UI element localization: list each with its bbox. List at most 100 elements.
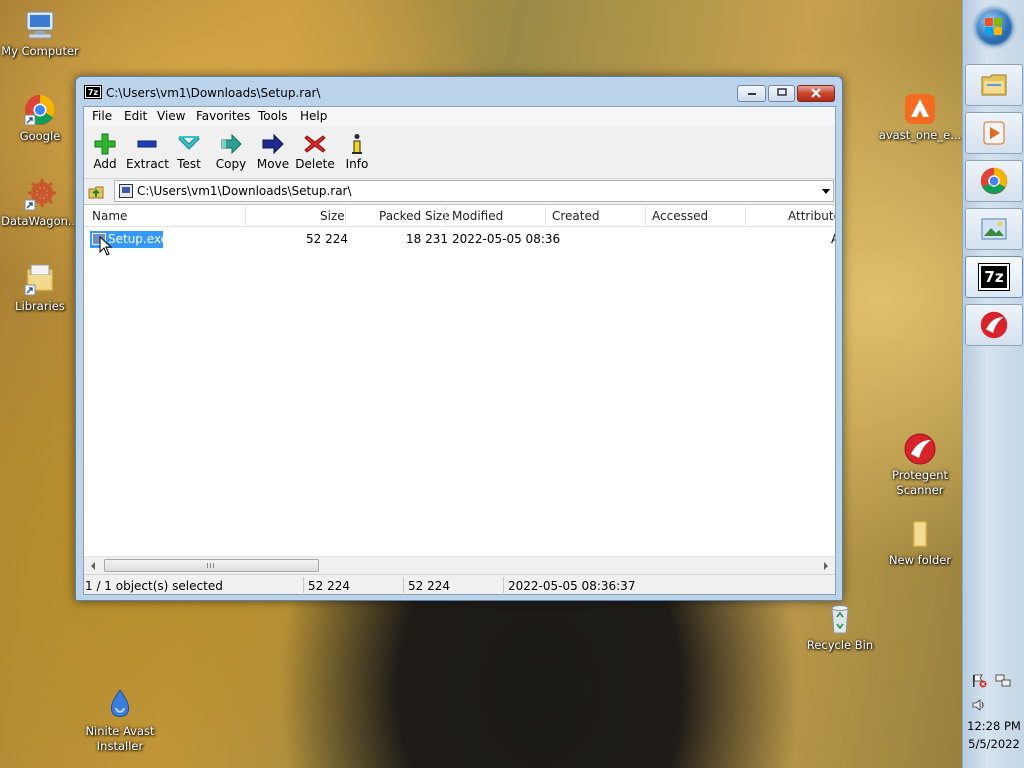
network-icon[interactable] xyxy=(995,674,1011,688)
add-label: Add xyxy=(93,157,117,171)
computer-icon xyxy=(23,8,57,42)
column-divider[interactable] xyxy=(245,207,246,225)
file-size: 52 224 xyxy=(306,232,348,246)
column-header-name[interactable]: Name xyxy=(92,209,127,223)
desktop-icon-new-folder[interactable]: New folder xyxy=(877,517,963,568)
minimize-icon xyxy=(747,93,756,95)
status-size: 52 224 xyxy=(308,579,350,593)
desktop-icon-label: Libraries xyxy=(15,299,65,313)
menu-view[interactable]: View xyxy=(157,109,185,123)
column-divider[interactable] xyxy=(745,207,746,225)
scrollbar-thumb[interactable] xyxy=(104,559,319,572)
menu-bar: File Edit View Favorites Tools Help xyxy=(84,107,835,126)
desktop-icon-label: Ninite Avast Installer xyxy=(85,724,155,753)
media-player-icon xyxy=(983,121,1005,145)
desktop-icon-libraries[interactable]: Libraries xyxy=(0,263,83,314)
move-button[interactable]: Move xyxy=(252,130,294,171)
windows-logo-icon xyxy=(985,18,1003,36)
column-divider[interactable] xyxy=(345,207,346,225)
column-header-packed-size[interactable]: Packed Size xyxy=(379,209,450,223)
add-icon xyxy=(94,133,116,155)
file-explorer-icon xyxy=(981,74,1007,96)
clock-time[interactable]: 12:28 PM xyxy=(963,719,1024,733)
info-button[interactable]: Info xyxy=(336,130,378,171)
taskbar-chrome[interactable] xyxy=(965,160,1023,202)
add-button[interactable]: Add xyxy=(84,130,126,171)
desktop-icon-label: DataWagon... xyxy=(1,214,79,228)
chrome-shortcut-icon xyxy=(23,93,57,127)
mouse-pointer-icon xyxy=(99,236,113,256)
datawagon-shortcut-icon xyxy=(23,178,57,212)
volume-icon[interactable] xyxy=(971,698,987,712)
info-label: Info xyxy=(345,157,369,171)
chrome-icon xyxy=(980,167,1008,195)
action-center-flag-icon[interactable] xyxy=(971,674,987,688)
path-combobox[interactable]: C:\Users\vm1\Downloads\Setup.rar\ xyxy=(114,180,834,202)
status-selection: 1 / 1 object(s) selected xyxy=(85,579,223,593)
clock-date[interactable]: 5/5/2022 xyxy=(963,737,1024,751)
delete-button[interactable]: Delete xyxy=(294,130,336,171)
desktop-icon-label: avast_one_e... xyxy=(878,128,962,142)
copy-button[interactable]: Copy xyxy=(210,130,252,171)
taskbar-seven-zip[interactable]: 7z xyxy=(965,256,1023,298)
menu-tools[interactable]: Tools xyxy=(258,109,288,123)
seven-zip-window[interactable]: 7z C:\Users\vm1\Downloads\Setup.rar\ Fil… xyxy=(75,76,843,601)
menu-file[interactable]: File xyxy=(92,109,112,123)
maximize-button[interactable] xyxy=(768,85,795,102)
desktop-icon-ninite[interactable]: Ninite Avast Installer xyxy=(77,688,163,754)
copy-label: Copy xyxy=(215,157,247,171)
up-folder-button[interactable] xyxy=(88,183,106,201)
table-row[interactable]: Setup.exe 52 224 18 231 2022-05-05 08:36… xyxy=(84,229,835,249)
extract-button[interactable]: Extract xyxy=(126,130,169,171)
menu-edit[interactable]: Edit xyxy=(124,109,147,123)
horizontal-scrollbar[interactable] xyxy=(84,556,835,573)
desktop-icon-google[interactable]: Google xyxy=(0,93,83,144)
address-bar: C:\Users\vm1\Downloads\Setup.rar\ xyxy=(84,179,835,203)
desktop-icon-datawagon[interactable]: DataWagon... xyxy=(0,178,83,229)
status-divider xyxy=(403,577,404,593)
status-packed-size: 52 224 xyxy=(408,579,450,593)
menu-help[interactable]: Help xyxy=(300,109,327,123)
desktop-icon-recycle-bin[interactable]: Recycle Bin xyxy=(797,602,883,653)
title-bar[interactable]: 7z C:\Users\vm1\Downloads\Setup.rar\ xyxy=(76,77,842,105)
column-divider[interactable] xyxy=(445,207,446,225)
column-header-attributes[interactable]: Attribute xyxy=(788,209,835,223)
column-header-created[interactable]: Created xyxy=(552,209,600,223)
file-list[interactable]: Name Size Packed Size Modified Created A… xyxy=(84,204,835,572)
start-button[interactable] xyxy=(975,8,1013,46)
test-button[interactable]: Test xyxy=(168,130,210,171)
scroll-left-icon[interactable] xyxy=(91,562,95,570)
info-icon xyxy=(352,134,362,154)
menu-favorites[interactable]: Favorites xyxy=(196,109,250,123)
seven-zip-app-icon[interactable]: 7z xyxy=(84,85,102,99)
desktop-icon-my-computer[interactable]: My Computer xyxy=(0,8,83,59)
status-bar: 1 / 1 object(s) selected 52 224 52 224 2… xyxy=(84,574,835,594)
chevron-down-icon[interactable] xyxy=(822,189,830,194)
taskbar-file-explorer[interactable] xyxy=(965,64,1023,106)
column-divider[interactable] xyxy=(645,207,646,225)
status-divider xyxy=(503,577,504,593)
file-packed-size: 18 231 xyxy=(406,232,448,246)
window-title: C:\Users\vm1\Downloads\Setup.rar\ xyxy=(106,86,321,100)
grip-icon xyxy=(207,563,214,568)
minimize-button[interactable] xyxy=(737,85,766,102)
delete-icon xyxy=(304,135,326,153)
delete-label: Delete xyxy=(295,157,335,171)
file-name[interactable]: Setup.exe xyxy=(108,232,168,246)
taskbar-protegent[interactable] xyxy=(965,304,1023,346)
seven-zip-icon-label: 7z xyxy=(984,268,1004,286)
taskbar-media-player[interactable] xyxy=(965,112,1023,154)
taskbar: 7z 12:28 PM 5/5/2022 xyxy=(962,0,1024,768)
column-header-accessed[interactable]: Accessed xyxy=(652,209,708,223)
column-header-size[interactable]: Size xyxy=(320,209,345,223)
close-button[interactable] xyxy=(797,85,835,102)
scroll-right-icon[interactable] xyxy=(824,562,828,570)
taskbar-photo-viewer[interactable] xyxy=(965,208,1023,250)
status-divider xyxy=(303,577,304,593)
toolbar: Add Extract Test Copy Move Delete Info xyxy=(84,127,835,179)
column-divider[interactable] xyxy=(545,207,546,225)
desktop-icon-protegent[interactable]: Protegent Scanner xyxy=(877,432,963,498)
column-header-modified[interactable]: Modified xyxy=(452,209,503,223)
extract-icon xyxy=(137,140,157,148)
desktop-icon-avast-one[interactable]: avast_one_e... xyxy=(877,92,963,143)
